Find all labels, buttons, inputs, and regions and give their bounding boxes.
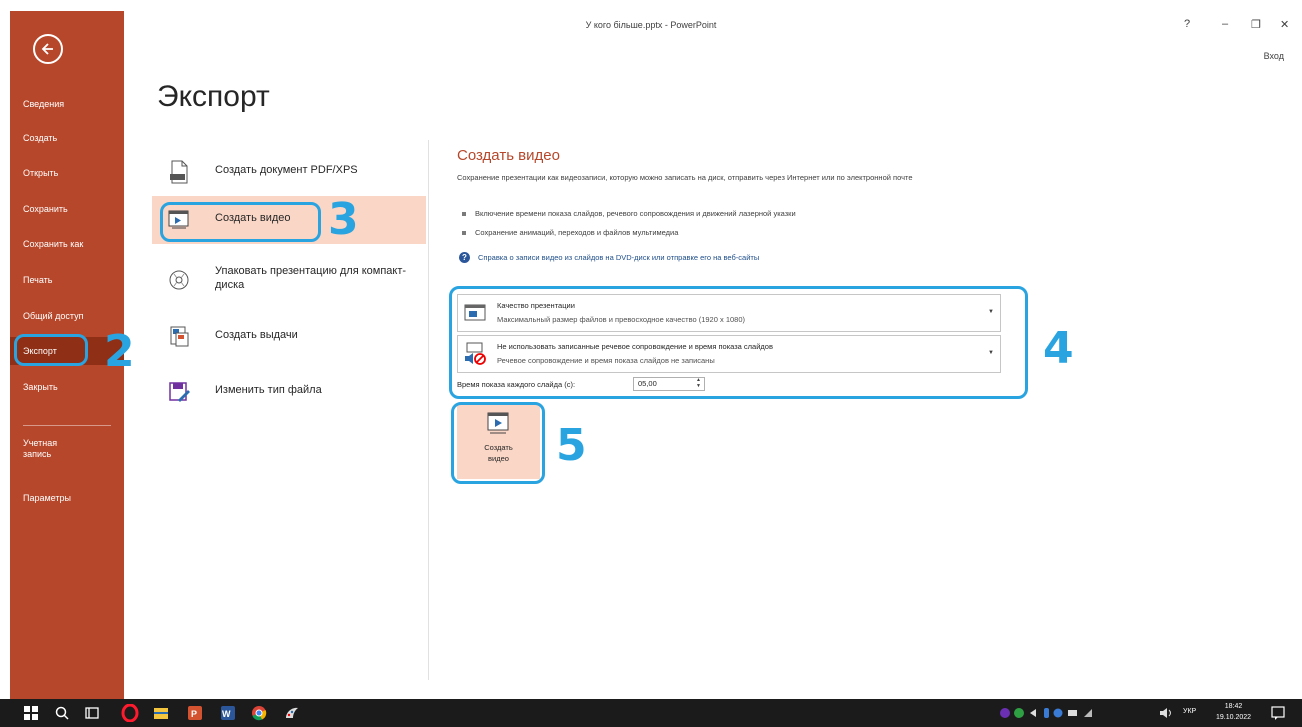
export-option-label: Изменить тип файла [215,384,322,396]
nav-item-close[interactable]: Закрыть [10,373,124,401]
volume-icon[interactable] [1158,706,1174,720]
nav-item-info[interactable]: Сведения [10,90,124,118]
export-option-change-type[interactable]: Изменить тип файла [152,368,426,416]
export-option-handouts[interactable]: Создать выдачи [152,313,426,361]
video-icon [168,210,189,229]
quality-dropdown[interactable]: Качество презентации Максимальный размер… [457,294,1001,332]
clock[interactable]: 18:42 19.10.2022 [1216,701,1251,723]
annotation-number: 4 [1043,323,1074,374]
paint-icon[interactable] [283,704,301,722]
page-title: Экспорт [157,80,270,113]
notifications-icon[interactable] [1270,705,1286,721]
export-option-pdf[interactable]: Создать документ PDF/XPS [152,148,426,196]
bullet-text: Сохранение анимаций, переходов и файлов … [475,228,679,237]
export-option-label: Создать видео [215,212,291,224]
file-type-icon [169,382,190,402]
presentation-quality-icon [464,304,486,321]
spinner-arrows-icon[interactable]: ▲ ▼ [696,377,701,389]
no-narration-icon [465,342,486,365]
window-title: У кого більше.pptx - PowerPoint [585,20,717,30]
create-video-description: Сохранение презентации как видеозаписи, … [457,173,913,182]
nav-item-account[interactable]: Учетная запись [10,435,80,463]
export-option-label: Создать выдачи [215,329,298,341]
slide-time-label: Время показа каждого слайда (с): [457,380,576,389]
chrome-icon[interactable] [250,704,268,722]
taskbar: P W УКР 18:42 19.10.2022 [0,699,1302,727]
restore-button[interactable]: ❐ [1251,18,1261,31]
nav-item-options[interactable]: Параметры [10,484,124,512]
chevron-down-icon: ▼ [988,309,994,315]
pdf-document-icon [170,160,188,184]
signin-link[interactable]: Вход [1264,51,1284,61]
create-video-label: Создать видео [484,443,513,463]
nav-item-save-as[interactable]: Сохранить как [10,230,124,258]
feature-bullet: Включение времени показа слайдов, речево… [462,209,796,218]
nav-item-new[interactable]: Создать [10,124,124,152]
help-button[interactable]: ? [1184,18,1190,30]
slide-time-value: 05,00 [638,379,657,388]
powerpoint-window: Сведения Создать Открыть Сохранить Сохра… [0,0,1302,727]
word-icon[interactable]: W [219,704,237,722]
annotation-number: 3 [328,194,359,245]
system-tray-icons[interactable] [1000,706,1102,720]
bullet-marker [462,231,466,236]
pane-divider [428,140,429,680]
back-button[interactable] [33,34,63,64]
nav-item-open[interactable]: Открыть [10,159,124,187]
clock-date: 19.10.2022 [1216,714,1252,721]
search-icon[interactable] [53,704,71,722]
file-explorer-icon[interactable] [152,704,170,722]
help-link-text: Справка о записи видео из слайдов на DVD… [478,253,760,262]
powerpoint-icon[interactable]: P [186,704,204,722]
narration-title: Не использовать записанные речевое сопро… [497,342,773,351]
nav-separator [23,425,111,426]
quality-title: Качество презентации [497,301,575,310]
opera-icon[interactable] [121,704,139,722]
export-option-label: Создать документ PDF/XPS [215,164,358,176]
create-video-heading: Создать видео [457,147,560,164]
annotation-number: 5 [556,420,587,471]
language-indicator[interactable]: УКР [1183,708,1196,715]
svg-text:P: P [191,709,197,719]
export-option-label: Упаковать презентацию для компакт-диска [215,265,407,291]
narration-subtitle: Речевое сопровождение и время показа сла… [497,356,715,365]
feature-bullet: Сохранение анимаций, переходов и файлов … [462,228,678,237]
chevron-down-icon: ▼ [988,350,994,356]
minimize-button[interactable]: – [1222,18,1228,30]
bullet-text: Включение времени показа слайдов, речево… [475,209,796,218]
nav-item-print[interactable]: Печать [10,266,124,294]
svg-text:W: W [222,709,231,719]
quality-subtitle: Максимальный размер файлов и превосходно… [497,315,746,324]
help-icon: ? [459,252,470,263]
handouts-icon [170,326,189,347]
windows-start-icon[interactable] [22,704,40,722]
export-option-video[interactable]: Создать видео [152,196,426,244]
clock-time: 18:42 [1224,703,1243,710]
create-video-icon [487,412,509,434]
create-video-button[interactable]: Создать видео [457,405,540,479]
annotation-number: 2 [104,326,135,377]
cd-icon [169,270,189,290]
close-button[interactable]: ✕ [1280,18,1289,31]
arrow-left-icon [41,43,53,55]
help-link[interactable]: ? Справка о записи видео из слайдов на D… [459,252,759,263]
nav-item-save[interactable]: Сохранить [10,195,124,223]
narration-dropdown[interactable]: Не использовать записанные речевое сопро… [457,335,1001,373]
export-option-cd[interactable]: Упаковать презентацию для компакт-диска [152,256,426,312]
slide-time-spinner[interactable]: 05,00 ▲ ▼ [633,377,705,391]
bullet-marker [462,212,466,217]
task-view-icon[interactable] [83,704,101,722]
